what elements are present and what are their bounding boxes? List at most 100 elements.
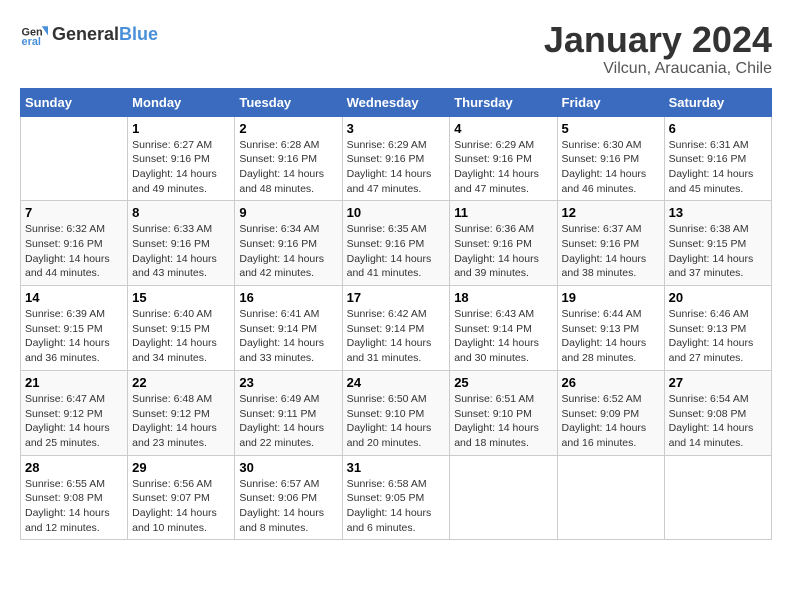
calendar-cell xyxy=(450,455,557,540)
day-number: 28 xyxy=(25,460,123,475)
day-info: Sunrise: 6:47 AMSunset: 9:12 PMDaylight:… xyxy=(25,392,123,451)
day-info: Sunrise: 6:55 AMSunset: 9:08 PMDaylight:… xyxy=(25,477,123,536)
day-number: 29 xyxy=(132,460,230,475)
day-info: Sunrise: 6:33 AMSunset: 9:16 PMDaylight:… xyxy=(132,222,230,281)
day-info: Sunrise: 6:39 AMSunset: 9:15 PMDaylight:… xyxy=(25,307,123,366)
calendar-title: January 2024 xyxy=(544,20,772,60)
calendar-cell: 22 Sunrise: 6:48 AMSunset: 9:12 PMDayligh… xyxy=(128,370,235,455)
days-of-week-row: SundayMondayTuesdayWednesdayThursdayFrid… xyxy=(21,88,772,116)
day-info: Sunrise: 6:42 AMSunset: 9:14 PMDaylight:… xyxy=(347,307,446,366)
day-of-week-header: Thursday xyxy=(450,88,557,116)
day-info: Sunrise: 6:48 AMSunset: 9:12 PMDaylight:… xyxy=(132,392,230,451)
calendar-cell: 17 Sunrise: 6:42 AMSunset: 9:14 PMDayligh… xyxy=(342,286,450,371)
day-info: Sunrise: 6:54 AMSunset: 9:08 PMDaylight:… xyxy=(669,392,767,451)
calendar-cell: 18Sunrise: 6:43 AMSunset: 9:14 PMDayligh… xyxy=(450,286,557,371)
day-number: 5 xyxy=(562,121,660,136)
calendar-cell: 20 Sunrise: 6:46 AMSunset: 9:13 PMDayligh… xyxy=(664,286,771,371)
calendar-cell: 23 Sunrise: 6:49 AMSunset: 9:11 PMDayligh… xyxy=(235,370,342,455)
day-number: 6 xyxy=(669,121,767,136)
day-of-week-header: Sunday xyxy=(21,88,128,116)
calendar-cell: 29 Sunrise: 6:56 AMSunset: 9:07 PMDayligh… xyxy=(128,455,235,540)
calendar-week-row: 28 Sunrise: 6:55 AMSunset: 9:08 PMDayligh… xyxy=(21,455,772,540)
day-number: 14 xyxy=(25,290,123,305)
day-info: Sunrise: 6:32 AMSunset: 9:16 PMDaylight:… xyxy=(25,222,123,281)
day-number: 26 xyxy=(562,375,660,390)
calendar-cell: 3 Sunrise: 6:29 AMSunset: 9:16 PMDaylight… xyxy=(342,116,450,201)
day-info: Sunrise: 6:35 AMSunset: 9:16 PMDaylight:… xyxy=(347,222,446,281)
calendar-cell: 15 Sunrise: 6:40 AMSunset: 9:15 PMDayligh… xyxy=(128,286,235,371)
day-info: Sunrise: 6:58 AMSunset: 9:05 PMDaylight:… xyxy=(347,477,446,536)
day-info: Sunrise: 6:50 AMSunset: 9:10 PMDaylight:… xyxy=(347,392,446,451)
day-number: 25 xyxy=(454,375,552,390)
day-info: Sunrise: 6:57 AMSunset: 9:06 PMDaylight:… xyxy=(239,477,337,536)
day-number: 10 xyxy=(347,205,446,220)
day-of-week-header: Wednesday xyxy=(342,88,450,116)
day-info: Sunrise: 6:40 AMSunset: 9:15 PMDaylight:… xyxy=(132,307,230,366)
day-info: Sunrise: 6:41 AMSunset: 9:14 PMDaylight:… xyxy=(239,307,337,366)
calendar-cell: 11Sunrise: 6:36 AMSunset: 9:16 PMDayligh… xyxy=(450,201,557,286)
svg-text:eral: eral xyxy=(22,36,41,48)
day-info: Sunrise: 6:43 AMSunset: 9:14 PMDaylight:… xyxy=(454,307,552,366)
calendar-cell: 9 Sunrise: 6:34 AMSunset: 9:16 PMDaylight… xyxy=(235,201,342,286)
logo-text-general: General xyxy=(52,24,119,45)
day-number: 19 xyxy=(562,290,660,305)
day-number: 30 xyxy=(239,460,337,475)
day-info: Sunrise: 6:31 AMSunset: 9:16 PMDaylight:… xyxy=(669,138,767,197)
day-number: 2 xyxy=(239,121,337,136)
day-number: 23 xyxy=(239,375,337,390)
day-number: 16 xyxy=(239,290,337,305)
day-number: 9 xyxy=(239,205,337,220)
day-info: Sunrise: 6:27 AMSunset: 9:16 PMDaylight:… xyxy=(132,138,230,197)
day-info: Sunrise: 6:34 AMSunset: 9:16 PMDaylight:… xyxy=(239,222,337,281)
calendar-table: SundayMondayTuesdayWednesdayThursdayFrid… xyxy=(20,88,772,541)
day-of-week-header: Saturday xyxy=(664,88,771,116)
calendar-cell: 8 Sunrise: 6:33 AMSunset: 9:16 PMDaylight… xyxy=(128,201,235,286)
calendar-cell: 30 Sunrise: 6:57 AMSunset: 9:06 PMDayligh… xyxy=(235,455,342,540)
calendar-cell: 16 Sunrise: 6:41 AMSunset: 9:14 PMDayligh… xyxy=(235,286,342,371)
calendar-week-row: 1 Sunrise: 6:27 AMSunset: 9:16 PMDaylight… xyxy=(21,116,772,201)
day-number: 21 xyxy=(25,375,123,390)
day-number: 27 xyxy=(669,375,767,390)
day-info: Sunrise: 6:38 AMSunset: 9:15 PMDaylight:… xyxy=(669,222,767,281)
calendar-cell: 26Sunrise: 6:52 AMSunset: 9:09 PMDayligh… xyxy=(557,370,664,455)
day-info: Sunrise: 6:29 AMSunset: 9:16 PMDaylight:… xyxy=(454,138,552,197)
calendar-subtitle: Vilcun, Araucania, Chile xyxy=(544,60,772,78)
calendar-cell xyxy=(664,455,771,540)
calendar-cell: 2Sunrise: 6:28 AMSunset: 9:16 PMDaylight… xyxy=(235,116,342,201)
calendar-cell: 28 Sunrise: 6:55 AMSunset: 9:08 PMDayligh… xyxy=(21,455,128,540)
day-of-week-header: Tuesday xyxy=(235,88,342,116)
calendar-cell: 25Sunrise: 6:51 AMSunset: 9:10 PMDayligh… xyxy=(450,370,557,455)
day-number: 24 xyxy=(347,375,446,390)
day-number: 7 xyxy=(25,205,123,220)
page-header: Gen eral GeneralBlue January 2024 Vilcun… xyxy=(20,20,772,78)
day-info: Sunrise: 6:49 AMSunset: 9:11 PMDaylight:… xyxy=(239,392,337,451)
calendar-cell: 13 Sunrise: 6:38 AMSunset: 9:15 PMDayligh… xyxy=(664,201,771,286)
day-of-week-header: Monday xyxy=(128,88,235,116)
day-number: 13 xyxy=(669,205,767,220)
day-number: 3 xyxy=(347,121,446,136)
day-number: 15 xyxy=(132,290,230,305)
day-number: 31 xyxy=(347,460,446,475)
day-info: Sunrise: 6:56 AMSunset: 9:07 PMDaylight:… xyxy=(132,477,230,536)
calendar-cell: 21 Sunrise: 6:47 AMSunset: 9:12 PMDayligh… xyxy=(21,370,128,455)
day-number: 8 xyxy=(132,205,230,220)
logo-text-blue: Blue xyxy=(119,24,158,45)
calendar-cell: 31 Sunrise: 6:58 AMSunset: 9:05 PMDayligh… xyxy=(342,455,450,540)
day-info: Sunrise: 6:37 AMSunset: 9:16 PMDaylight:… xyxy=(562,222,660,281)
calendar-cell: 7 Sunrise: 6:32 AMSunset: 9:16 PMDaylight… xyxy=(21,201,128,286)
day-info: Sunrise: 6:46 AMSunset: 9:13 PMDaylight:… xyxy=(669,307,767,366)
title-block: January 2024 Vilcun, Araucania, Chile xyxy=(544,20,772,78)
calendar-week-row: 7 Sunrise: 6:32 AMSunset: 9:16 PMDaylight… xyxy=(21,201,772,286)
day-number: 11 xyxy=(454,205,552,220)
logo-icon: Gen eral xyxy=(20,20,48,48)
day-info: Sunrise: 6:29 AMSunset: 9:16 PMDaylight:… xyxy=(347,138,446,197)
calendar-cell: 14 Sunrise: 6:39 AMSunset: 9:15 PMDayligh… xyxy=(21,286,128,371)
calendar-cell: 1 Sunrise: 6:27 AMSunset: 9:16 PMDaylight… xyxy=(128,116,235,201)
day-number: 22 xyxy=(132,375,230,390)
day-number: 1 xyxy=(132,121,230,136)
calendar-cell xyxy=(21,116,128,201)
day-number: 17 xyxy=(347,290,446,305)
calendar-cell: 19Sunrise: 6:44 AMSunset: 9:13 PMDayligh… xyxy=(557,286,664,371)
calendar-week-row: 14 Sunrise: 6:39 AMSunset: 9:15 PMDayligh… xyxy=(21,286,772,371)
day-number: 20 xyxy=(669,290,767,305)
